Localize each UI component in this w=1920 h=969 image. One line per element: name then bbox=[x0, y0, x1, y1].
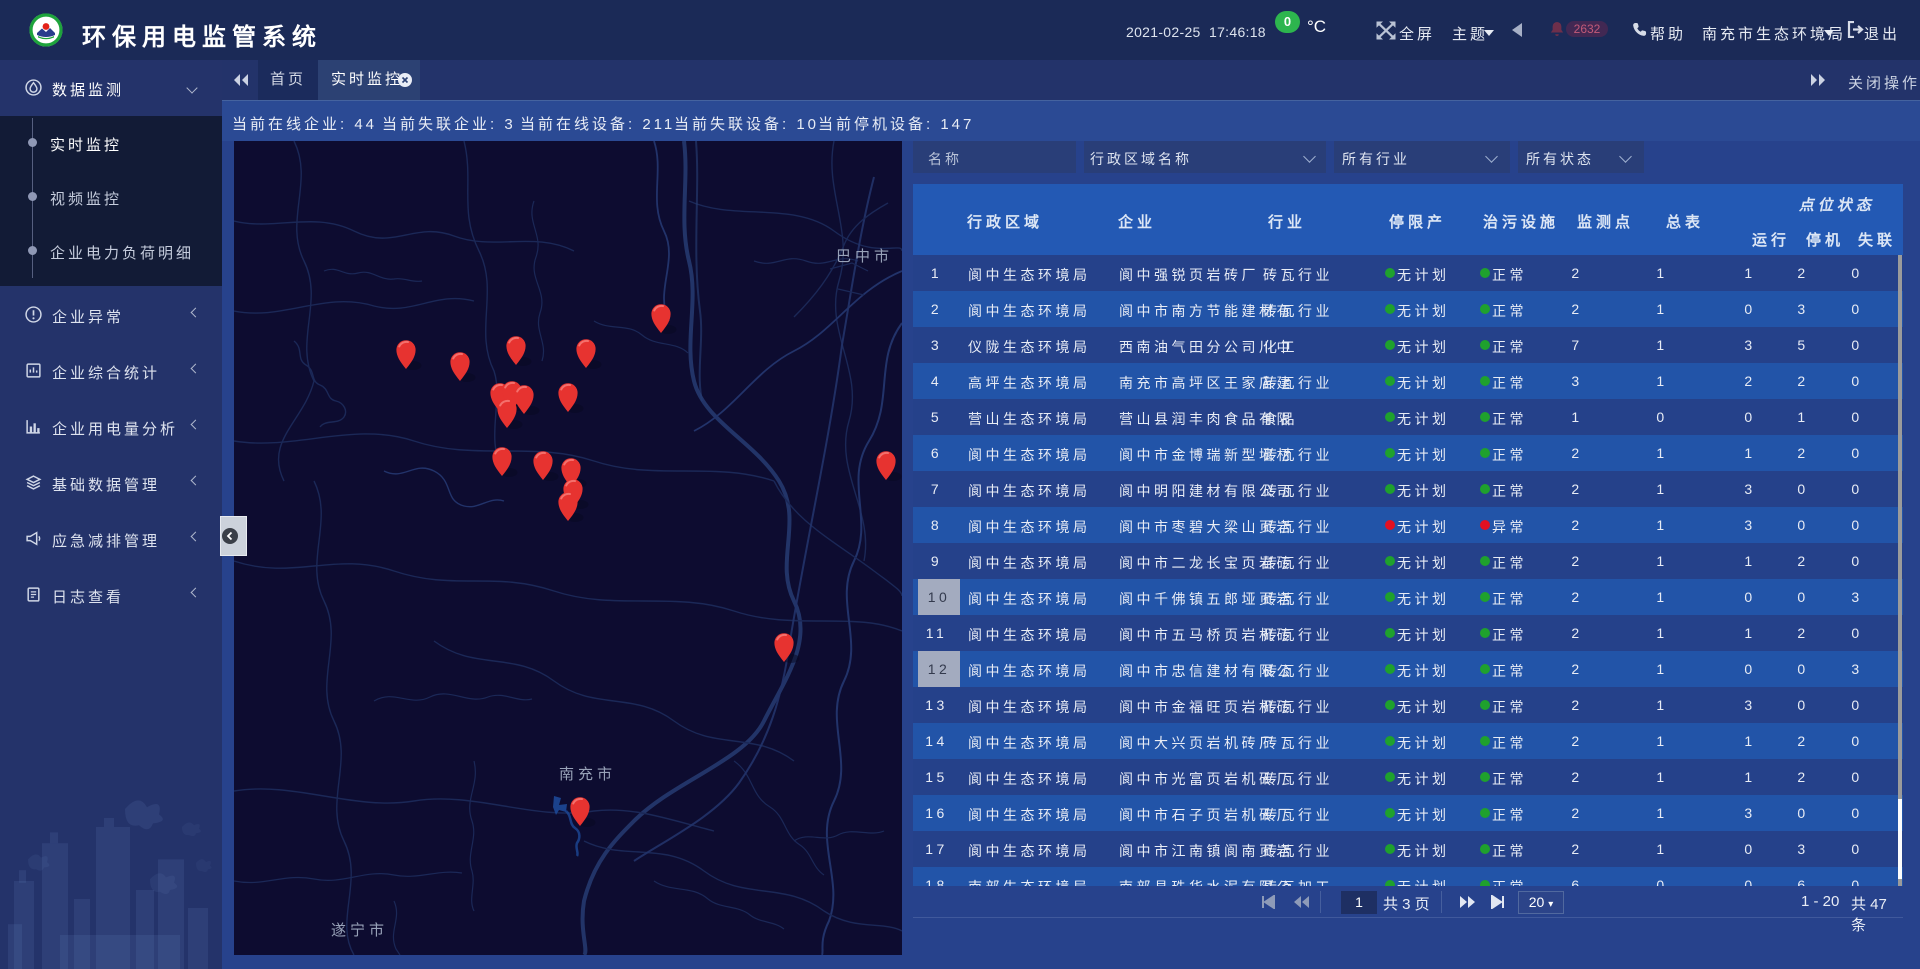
svg-text:遂宁市: 遂宁市 bbox=[331, 922, 388, 939]
svg-text:南充市: 南充市 bbox=[559, 766, 616, 783]
svg-text:巴中市: 巴中市 bbox=[836, 248, 893, 265]
